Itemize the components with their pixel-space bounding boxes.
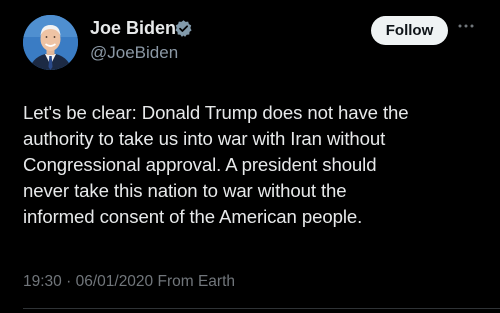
tweet-text-line: never take this nation to war without th… xyxy=(23,180,347,201)
divider xyxy=(23,308,500,309)
verified-badge-icon xyxy=(175,20,192,37)
tweet-text-line: Congressional approval. A president shou… xyxy=(23,154,377,175)
tweet-text-line: authority to take us into war with Iran … xyxy=(23,128,386,149)
tweet-text-line: informed consent of the American people. xyxy=(23,206,363,227)
avatar-photo-icon xyxy=(23,15,78,70)
tweet-time[interactable]: 19:30 xyxy=(23,273,62,290)
author-name[interactable]: Joe Biden xyxy=(90,18,176,39)
tweet-source: From Earth xyxy=(157,273,235,290)
meta-separator: · xyxy=(66,273,72,290)
author-handle[interactable]: @JoeBiden xyxy=(90,43,178,63)
tweet-card: Joe Biden @JoeBiden Follow Let's be clea… xyxy=(0,0,500,313)
tweet-text: Let's be clear: Donald Trump does not ha… xyxy=(23,100,488,230)
follow-button[interactable]: Follow xyxy=(371,16,448,45)
tweet-text-line: Let's be clear: Donald Trump does not ha… xyxy=(23,102,409,123)
author-avatar[interactable] xyxy=(23,15,78,70)
more-options-icon[interactable] xyxy=(457,22,475,30)
tweet-date[interactable]: 06/01/2020 xyxy=(76,273,154,290)
tweet-meta: 19:30 · 06/01/2020 From Earth xyxy=(23,273,235,291)
